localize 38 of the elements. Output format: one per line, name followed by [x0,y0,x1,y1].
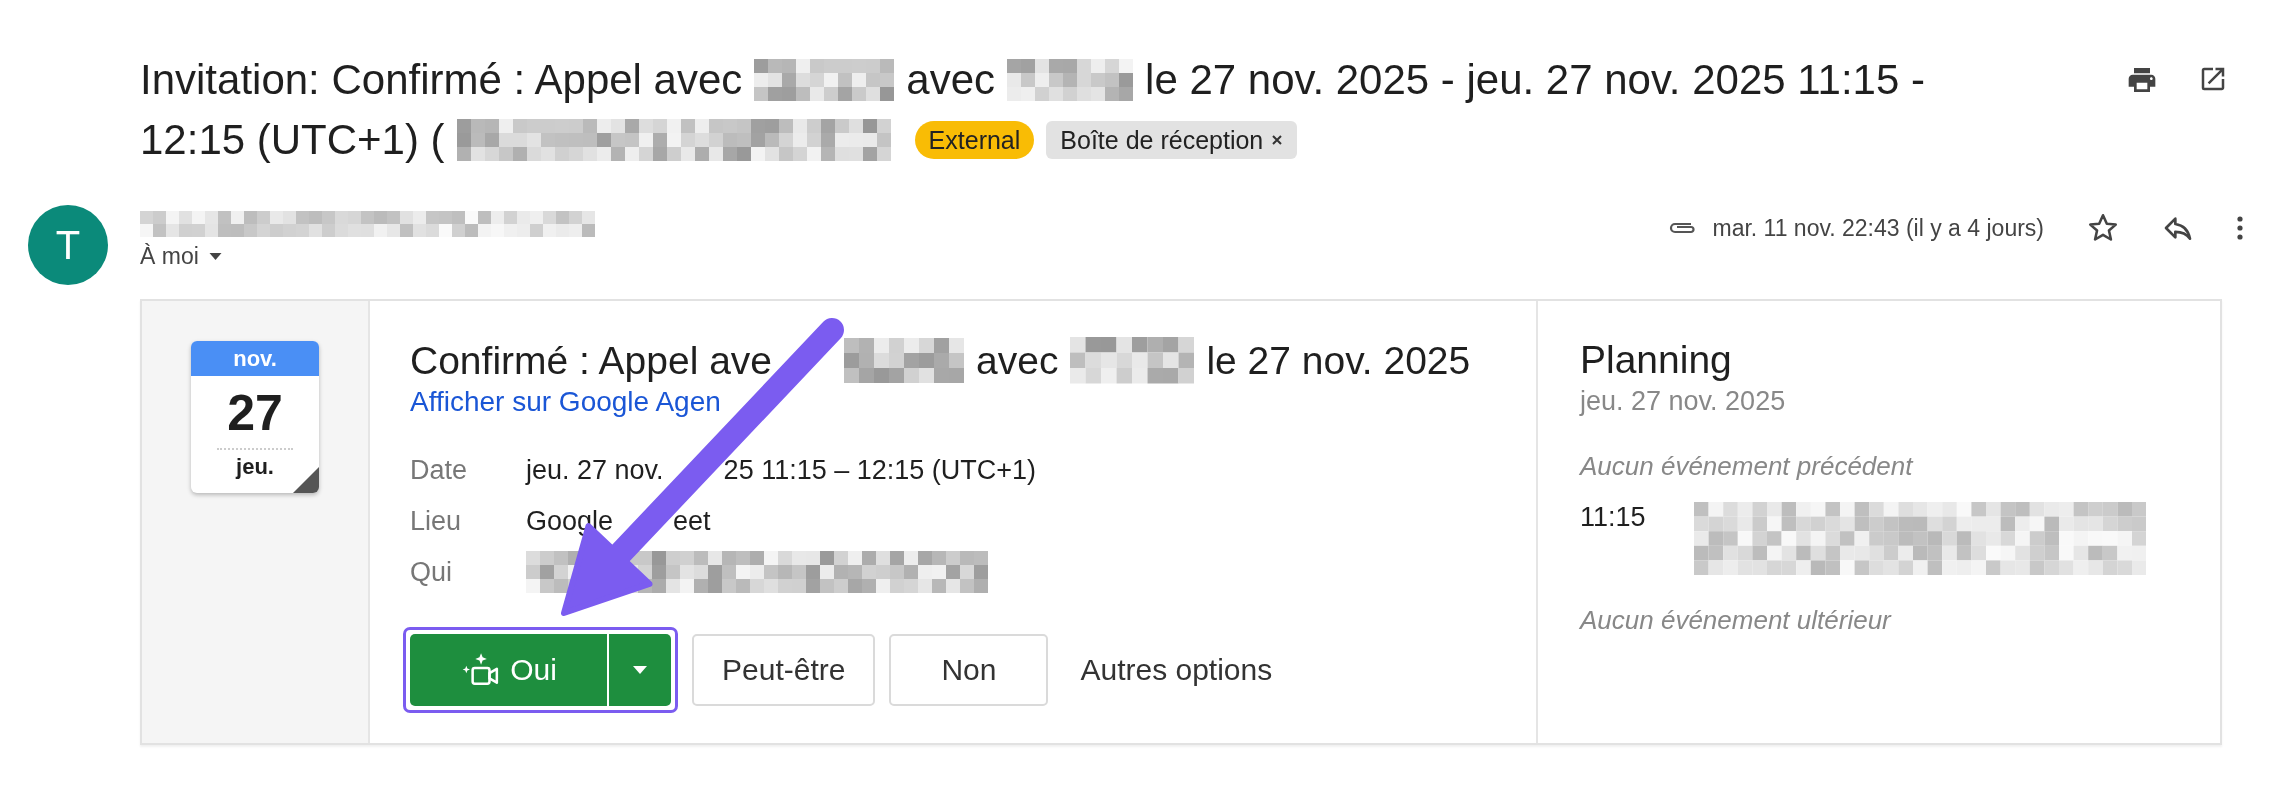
event-time: 11:15 [1580,502,1646,533]
planning-date: jeu. 27 nov. 2025 [1580,386,1787,417]
no-previous-event: Aucun événement précédent [1580,451,1915,482]
detail-value: 25 11:15 – 12:15 (UTC+1) [723,454,1037,486]
caret-icon [208,252,222,261]
event-title: avec [976,337,1059,383]
email-date: mar. 11 nov. 22:43 (il y a 4 jours) [1712,214,2044,242]
detail-value: jeu. 27 nov. [526,454,664,486]
inbox-label[interactable]: Boîte de réception [1046,121,1298,159]
email-subject: le 27 nov. 2025 - jeu. 27 nov. 2025 11:15 - [1145,55,1925,105]
dropdown-button[interactable] [609,633,671,706]
more-options-button[interactable]: Autres options [1062,652,1291,687]
detail-label: Date [410,454,469,486]
detail-value: eet [673,505,711,537]
planning-title: Planning [1580,337,1733,382]
more-icon[interactable] [2236,215,2244,241]
detail-label: Lieu [410,505,463,537]
event-title: le 27 nov. 2025 [1206,337,1471,383]
yes-button[interactable]: Oui [410,633,607,706]
no-next-event: Aucun événement ultérieur [1580,605,1893,636]
video-sparkle-icon [460,651,501,688]
event-title: Confirmé : Appel ave [410,337,773,383]
calendar-link[interactable]: Afficher sur Google Agen [410,385,1496,418]
email-subject: Invitation: Confirmé : Appel avec [140,55,743,105]
calendar-day: 27 [217,384,293,450]
rsvp-button[interactable]: Non [889,633,1049,706]
calendar-weekday: jeu. [236,454,274,480]
caret-icon [633,665,647,674]
avatar: T [28,205,108,285]
rsvp-button[interactable]: Peut-être [692,633,876,706]
email-subject: avec [906,55,996,105]
external-label: External [914,121,1035,159]
calendar-month: nov. [191,341,319,376]
close-icon[interactable] [1271,134,1284,146]
recipient-dropdown[interactable]: À moi [140,243,222,270]
email-subject: 12:15 (UTC+1) ( [140,115,445,165]
folded-corner-icon [293,467,319,493]
detail-label: Qui [410,556,454,588]
